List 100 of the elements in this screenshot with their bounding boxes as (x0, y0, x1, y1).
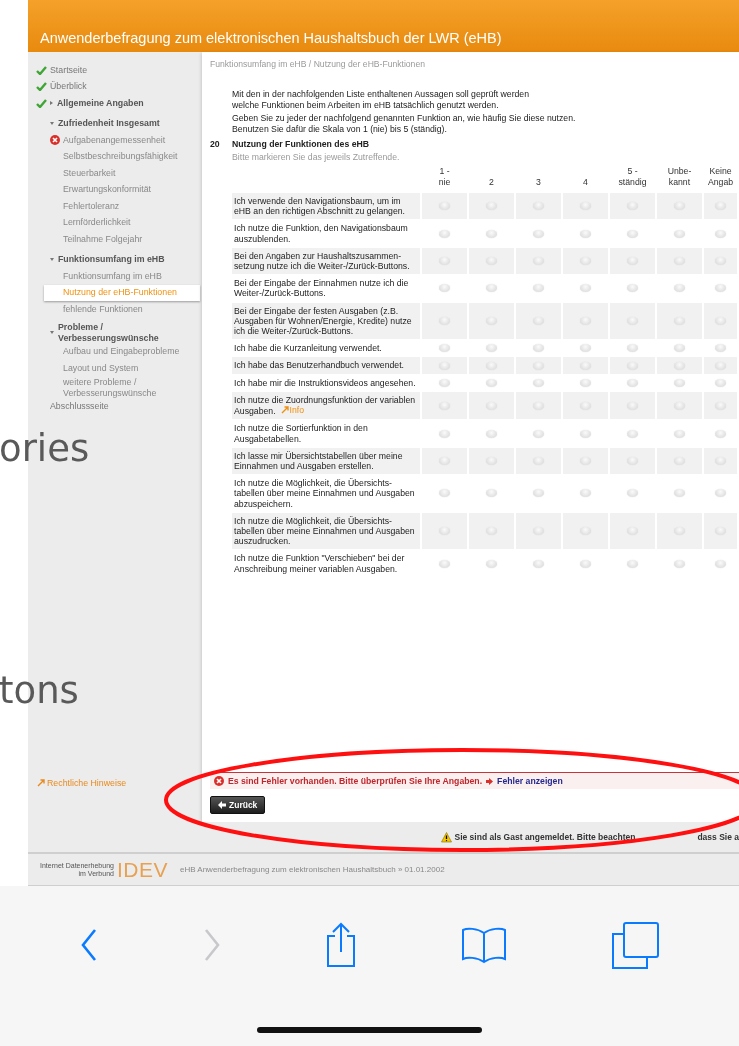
radio-button[interactable] (439, 559, 450, 568)
radio-button[interactable] (715, 284, 726, 293)
nav-item[interactable]: Aufgabenangemessenheit (28, 132, 202, 149)
nav-item[interactable]: Zufriedenheit Insgesamt (28, 115, 202, 132)
nav-item[interactable]: weitere Probleme / Verbesserungswünsche (28, 376, 202, 399)
radio-button[interactable] (715, 229, 726, 238)
radio-button[interactable] (580, 344, 591, 353)
show-errors-link[interactable]: Fehler anzeigen (497, 776, 563, 786)
radio-button[interactable] (627, 344, 638, 353)
share-icon[interactable] (326, 922, 356, 968)
tabs-icon[interactable] (611, 921, 659, 969)
radio-button[interactable] (439, 344, 450, 353)
radio-button[interactable] (439, 378, 450, 387)
radio-button[interactable] (533, 527, 544, 536)
radio-button[interactable] (627, 527, 638, 536)
nav-item[interactable]: Probleme / Verbesserungswünsche (28, 321, 202, 344)
radio-button[interactable] (486, 344, 497, 353)
radio-button[interactable] (439, 489, 450, 498)
radio-button[interactable] (580, 401, 591, 410)
forward-icon[interactable] (203, 928, 222, 962)
radio-button[interactable] (580, 202, 591, 211)
radio-button[interactable] (439, 527, 450, 536)
nav-item[interactable]: Teilnahme Folgejahr (28, 231, 202, 248)
nav-item[interactable]: Startseite (28, 62, 202, 79)
radio-button[interactable] (580, 489, 591, 498)
nav-item[interactable]: Steuerbarkeit (28, 165, 202, 182)
radio-button[interactable] (533, 559, 544, 568)
radio-button[interactable] (486, 429, 497, 438)
radio-button[interactable] (674, 361, 685, 370)
radio-button[interactable] (674, 429, 685, 438)
bookmarks-icon[interactable] (460, 926, 507, 964)
nav-item[interactable]: Funktionsumfang im eHB (28, 251, 202, 268)
radio-button[interactable] (486, 284, 497, 293)
radio-button[interactable] (439, 257, 450, 265)
radio-button[interactable] (627, 316, 638, 325)
radio-button[interactable] (439, 429, 450, 438)
radio-button[interactable] (674, 202, 685, 211)
radio-button[interactable] (533, 489, 544, 498)
radio-button[interactable] (627, 229, 638, 238)
radio-button[interactable] (533, 456, 544, 465)
radio-button[interactable] (533, 284, 544, 293)
back-icon[interactable] (80, 928, 99, 962)
nav-item[interactable]: Selbstbeschreibungsfähigkeit (28, 148, 202, 165)
radio-button[interactable] (715, 378, 726, 387)
nav-item[interactable]: Abschlussseite (28, 398, 202, 415)
nav-item[interactable]: Aufbau und Eingabeprobleme (28, 343, 202, 360)
radio-button[interactable] (486, 378, 497, 387)
nav-item[interactable]: Lernförderlichkeit (28, 214, 202, 231)
radio-button[interactable] (486, 202, 497, 211)
radio-button[interactable] (580, 229, 591, 238)
radio-button[interactable] (627, 456, 638, 465)
radio-button[interactable] (439, 316, 450, 325)
radio-button[interactable] (439, 284, 450, 293)
radio-button[interactable] (715, 527, 726, 536)
nav-item[interactable]: Fehlertoleranz (28, 198, 202, 215)
radio-button[interactable] (580, 378, 591, 387)
nav-item[interactable]: Funktionsumfang im eHB (28, 268, 202, 285)
info-link[interactable]: Info (280, 405, 305, 416)
radio-button[interactable] (580, 429, 591, 438)
radio-button[interactable] (627, 257, 638, 265)
radio-button[interactable] (533, 378, 544, 387)
nav-item[interactable]: Nutzung der eHB-Funktionen (44, 284, 200, 301)
radio-button[interactable] (674, 401, 685, 410)
nav-item[interactable]: fehlende Funktionen (28, 301, 202, 318)
radio-button[interactable] (627, 559, 638, 568)
nav-item[interactable]: Layout und System (28, 360, 202, 377)
radio-button[interactable] (486, 559, 497, 568)
radio-button[interactable] (486, 229, 497, 238)
radio-button[interactable] (439, 229, 450, 238)
radio-button[interactable] (715, 344, 726, 353)
radio-button[interactable] (533, 316, 544, 325)
radio-button[interactable] (715, 257, 726, 265)
radio-button[interactable] (627, 284, 638, 293)
radio-button[interactable] (580, 361, 591, 370)
radio-button[interactable] (627, 378, 638, 387)
radio-button[interactable] (715, 489, 726, 498)
back-button[interactable]: Zurück (210, 796, 266, 814)
radio-button[interactable] (715, 456, 726, 465)
radio-button[interactable] (674, 284, 685, 293)
radio-button[interactable] (580, 559, 591, 568)
radio-button[interactable] (580, 284, 591, 293)
nav-item[interactable]: Erwartungskonformität (28, 181, 202, 198)
radio-button[interactable] (674, 489, 685, 498)
radio-button[interactable] (715, 559, 726, 568)
radio-button[interactable] (674, 559, 685, 568)
radio-button[interactable] (486, 489, 497, 498)
radio-button[interactable] (627, 489, 638, 498)
radio-button[interactable] (627, 429, 638, 438)
radio-button[interactable] (715, 316, 726, 325)
radio-button[interactable] (533, 229, 544, 238)
radio-button[interactable] (715, 429, 726, 438)
radio-button[interactable] (533, 344, 544, 353)
radio-button[interactable] (486, 361, 497, 370)
nav-item[interactable]: Überblick (28, 78, 202, 95)
radio-button[interactable] (486, 401, 497, 410)
legal-link[interactable]: Rechtliche Hinweise (28, 778, 202, 822)
radio-button[interactable] (674, 344, 685, 353)
radio-button[interactable] (674, 378, 685, 387)
radio-button[interactable] (533, 429, 544, 438)
radio-button[interactable] (533, 257, 544, 265)
